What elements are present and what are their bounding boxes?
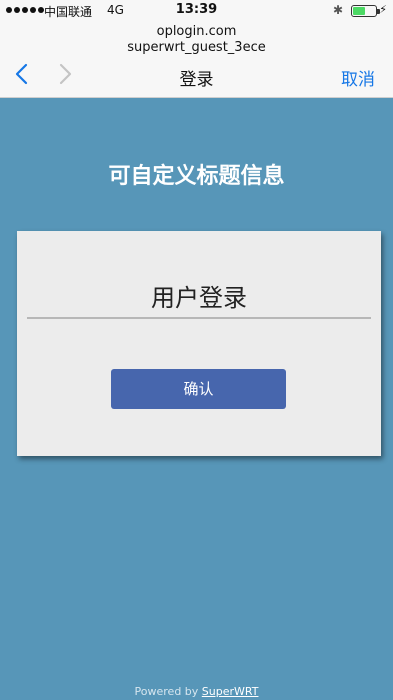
status-bar: 中国联通 4G 13:39 ✱ ⚡ [0, 0, 393, 22]
page-title: 可自定义标题信息 [108, 164, 285, 189]
nav-title: 登录 [179, 70, 214, 90]
superwrt-link[interactable]: SuperWRT [202, 685, 259, 698]
wifi-ssid: superwrt_guest_3ece [127, 40, 266, 55]
browser-chrome: 中国联通 4G 13:39 ✱ ⚡ oplogin.com superwrt_g… [0, 0, 393, 98]
login-card-title: 用户登录 [151, 284, 247, 312]
login-card: 用户登录 确认 [17, 231, 381, 456]
footer: Powered by SuperWRT [0, 685, 393, 698]
charging-icon: ⚡ [379, 3, 387, 16]
portal-host: oplogin.com [156, 24, 237, 39]
battery-icon [351, 5, 380, 17]
divider [27, 317, 371, 319]
footer-prefix: Powered by [134, 685, 199, 698]
cancel-button[interactable]: 取消 [341, 65, 375, 90]
confirm-button[interactable]: 确认 [111, 369, 286, 409]
bluetooth-icon: ✱ [332, 3, 343, 17]
